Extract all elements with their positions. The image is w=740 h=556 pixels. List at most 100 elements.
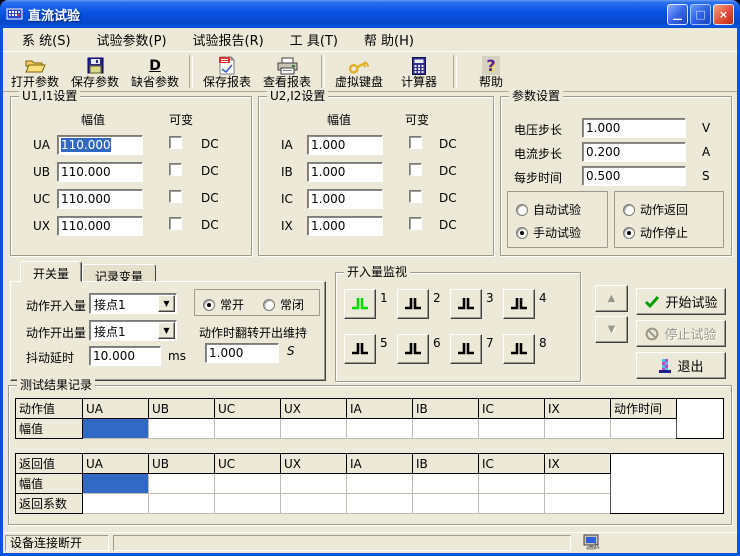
value-cell[interactable]: [281, 474, 347, 494]
value-cell[interactable]: [281, 419, 347, 439]
contact-type-box: 常开 常闭: [194, 289, 320, 316]
debounce-input[interactable]: 10.000: [89, 346, 161, 366]
contact-monitor-button-6[interactable]: [397, 334, 429, 364]
save-report-button[interactable]: 保存报表: [197, 53, 257, 90]
virtual-keyboard-button[interactable]: 虚拟键盘: [329, 53, 389, 90]
calculator-icon: [412, 56, 426, 75]
contact-monitor-button-1[interactable]: [344, 289, 376, 319]
ub-amplitude-input[interactable]: 110.000: [57, 162, 143, 182]
value-cell[interactable]: [83, 494, 149, 514]
contact-monitor-button-3[interactable]: [450, 289, 482, 319]
channel-label-ia: IA: [281, 138, 293, 152]
ua-amplitude-input[interactable]: 110.000: [57, 135, 143, 155]
normally-closed-option[interactable]: 常闭: [263, 296, 304, 313]
hold-input[interactable]: 1.000: [205, 343, 279, 363]
contact-monitor-button-8[interactable]: [503, 334, 535, 364]
scroll-down-button[interactable]: ▼: [595, 316, 628, 343]
value-cell[interactable]: [149, 419, 215, 439]
menu-test-report[interactable]: 试验报告(R): [180, 28, 277, 51]
menu-test-params[interactable]: 试验参数(P): [84, 28, 180, 51]
view-report-button[interactable]: 查看报表: [257, 53, 317, 90]
contact-icon: [404, 297, 422, 311]
value-cell[interactable]: [347, 419, 413, 439]
table-filler: [677, 399, 724, 439]
uc-dc-checkbox[interactable]: [169, 190, 182, 203]
value-cell[interactable]: [347, 494, 413, 514]
menu-tools[interactable]: 工 具(T): [277, 28, 351, 51]
stop-test-button[interactable]: 停止试验: [636, 320, 726, 347]
ux-dc-checkbox[interactable]: [169, 217, 182, 230]
contact-monitor-button-5[interactable]: [344, 334, 376, 364]
contact-monitor-button-7[interactable]: [450, 334, 482, 364]
voltage-step-input[interactable]: 1.000: [582, 118, 686, 138]
ia-dc-checkbox[interactable]: [409, 136, 422, 149]
value-cell[interactable]: [215, 494, 281, 514]
default-params-button[interactable]: D 缺省参数: [125, 53, 185, 90]
tab-switch-quantity[interactable]: 开关量: [20, 261, 82, 282]
ic-dc-checkbox[interactable]: [409, 190, 422, 203]
switch-tab-pane: 动作开入量 接点1 ▼ 常开 常闭 动作开出量: [10, 281, 326, 381]
value-cell[interactable]: [413, 494, 479, 514]
default-d-icon: D: [149, 58, 161, 74]
value-cell[interactable]: [413, 419, 479, 439]
ib-dc-checkbox[interactable]: [409, 163, 422, 176]
maximize-button[interactable]: □: [690, 4, 711, 25]
contact-monitor-button-2[interactable]: [397, 289, 429, 319]
scroll-up-button[interactable]: ▲: [595, 285, 628, 312]
value-cell[interactable]: [611, 419, 677, 439]
menu-help[interactable]: 帮 助(H): [351, 28, 427, 51]
close-button[interactable]: ×: [713, 4, 734, 25]
ix-dc-checkbox[interactable]: [409, 217, 422, 230]
save-params-button[interactable]: 保存参数: [65, 53, 125, 90]
floppy-disk-icon: [87, 56, 104, 75]
value-cell-ua[interactable]: [83, 474, 149, 494]
action-stop-option[interactable]: 动作停止: [623, 224, 688, 241]
ia-dc-label: DC: [439, 137, 457, 151]
step-time-input[interactable]: 0.500: [582, 166, 686, 186]
contact-icon: [510, 297, 528, 311]
table-header-row: 返回值 UA UB UC UX IA IB IC IX: [16, 454, 724, 474]
ub-dc-checkbox[interactable]: [169, 163, 182, 176]
calculator-button[interactable]: 计算器: [389, 53, 449, 90]
value-cell[interactable]: [215, 419, 281, 439]
ua-dc-checkbox[interactable]: [169, 136, 182, 149]
value-cell[interactable]: [479, 474, 545, 494]
value-cell[interactable]: [149, 474, 215, 494]
value-cell[interactable]: [545, 419, 611, 439]
contact-number: 4: [539, 291, 547, 305]
uc-amplitude-input[interactable]: 110.000: [57, 189, 143, 209]
menu-system[interactable]: 系 统(S): [9, 28, 84, 51]
start-test-button[interactable]: 开始试验: [636, 288, 726, 315]
value-cell[interactable]: [347, 474, 413, 494]
current-step-input[interactable]: 0.200: [582, 142, 686, 162]
value-cell[interactable]: [149, 494, 215, 514]
table-header-row: 动作值 UA UB UC UX IA IB IC IX 动作时间: [16, 399, 724, 419]
help-button[interactable]: ? 帮助: [461, 53, 521, 90]
value-cell[interactable]: [479, 494, 545, 514]
minimize-button[interactable]: —: [667, 4, 688, 25]
ix-amplitude-input[interactable]: 1.000: [307, 216, 383, 236]
exit-button[interactable]: 退出: [636, 352, 726, 379]
value-cell[interactable]: [545, 474, 611, 494]
tab-record-variable[interactable]: 记录变量: [82, 264, 156, 282]
value-cell[interactable]: [215, 474, 281, 494]
auto-test-option[interactable]: 自动试验: [516, 201, 581, 218]
ic-amplitude-input[interactable]: 1.000: [307, 189, 383, 209]
ia-amplitude-input[interactable]: 1.000: [307, 135, 383, 155]
normally-open-option[interactable]: 常开: [203, 296, 244, 313]
ux-amplitude-input[interactable]: 110.000: [57, 216, 143, 236]
value-cell-ua[interactable]: [83, 419, 149, 439]
open-params-button[interactable]: 打开参数: [5, 53, 65, 90]
ib-amplitude-input[interactable]: 1.000: [307, 162, 383, 182]
manual-test-option[interactable]: 手动试验: [516, 224, 581, 241]
action-input-dropdown[interactable]: 接点1 ▼: [89, 293, 177, 314]
value-cell[interactable]: [479, 419, 545, 439]
value-cell[interactable]: [545, 494, 611, 514]
contact-monitor-button-4[interactable]: [503, 289, 535, 319]
action-return-option[interactable]: 动作返回: [623, 201, 688, 218]
check-icon: [644, 295, 660, 309]
value-cell[interactable]: [281, 494, 347, 514]
action-output-dropdown[interactable]: 接点1 ▼: [89, 320, 177, 341]
value-cell[interactable]: [413, 474, 479, 494]
column-header: 动作时间: [611, 399, 677, 419]
